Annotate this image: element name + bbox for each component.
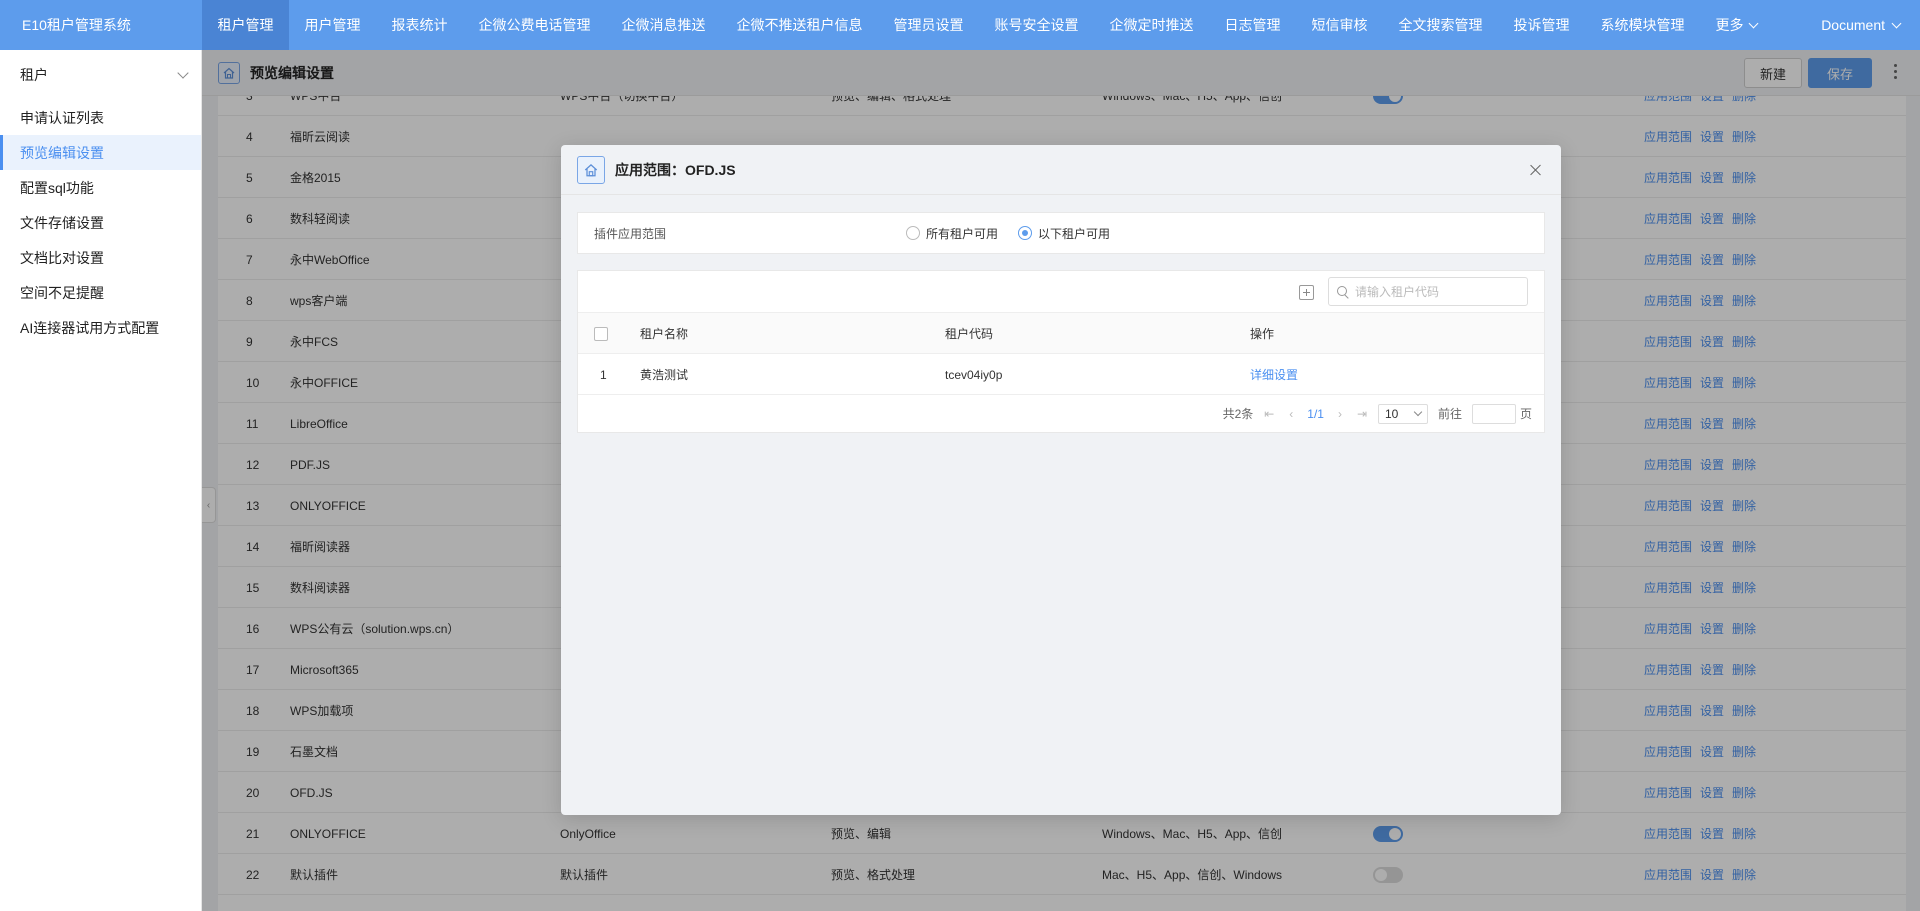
col-tenant-code: 租户代码: [945, 327, 994, 341]
last-page-icon[interactable]: ⇥: [1356, 407, 1368, 421]
nav-more-label: 更多: [1715, 17, 1744, 33]
pager-page: 1/1: [1307, 406, 1324, 421]
sidebar-group-label: 租户: [20, 67, 48, 83]
sidebar-item[interactable]: 预览编辑设置: [0, 135, 201, 170]
radio-indicator: [1018, 226, 1033, 240]
app-title: E10租户管理系统: [22, 17, 131, 33]
radio-indicator: [906, 226, 920, 240]
nav-item[interactable]: 系统模块管理: [1585, 0, 1700, 50]
modal-header: 应用范围：OFD.JS: [561, 145, 1561, 195]
first-page-icon[interactable]: ⇤: [1263, 407, 1275, 421]
detail-settings-link[interactable]: 详细设置: [1250, 366, 1298, 383]
nav-item[interactable]: 租户管理: [202, 0, 289, 50]
pager-total: 共2条: [1222, 407, 1254, 421]
sidebar-items: 申请认证列表 预览编辑设置 配置sql功能 文件存储设置 文档比对设置 空间不足提醒 AI连…: [0, 100, 201, 345]
nav-item[interactable]: 投诉管理: [1498, 0, 1585, 50]
user-menu-label: Document: [1821, 17, 1885, 33]
scope-radio-group: 所有租户可用 以下租户可用: [906, 225, 1110, 242]
tenant-code: tcev04iy0p: [945, 367, 1003, 382]
tenant-action-cell: 详细设置: [1250, 354, 1298, 395]
select-all-checkbox[interactable]: [594, 313, 608, 354]
tenant-name: 黄浩测试: [640, 368, 689, 382]
search-icon: [1337, 285, 1349, 298]
scope-modal: 应用范围：OFD.JS 插件应用范围 所有租户可用 以下租户可用 租户名称: [561, 145, 1561, 815]
sidebar-item[interactable]: 空间不足提醒: [0, 275, 201, 310]
chevron-down-icon: [1748, 18, 1758, 28]
close-icon[interactable]: [1527, 161, 1545, 179]
chevron-down-icon: [177, 66, 189, 79]
nav-item[interactable]: 企微公费电话管理: [463, 0, 606, 50]
nav-item[interactable]: 日志管理: [1209, 0, 1296, 50]
user-menu[interactable]: Document: [1821, 0, 1902, 50]
modal-title: 应用范围：OFD.JS: [615, 161, 736, 178]
add-icon[interactable]: [1299, 285, 1314, 300]
tenant-list-toolbar: [578, 271, 1544, 313]
prev-page-icon[interactable]: ‹: [1285, 407, 1297, 421]
nav-item[interactable]: 报表统计: [376, 0, 463, 50]
tenant-row: 1 黄浩测试 tcev04iy0p 详细设置: [578, 354, 1544, 395]
scope-section: 插件应用范围 所有租户可用 以下租户可用: [577, 212, 1545, 254]
home-icon: [577, 155, 605, 184]
top-navbar: E10租户管理系统 租户管理 用户管理 报表统计 企微公费电话管理 企微消息推送 企微不推…: [0, 0, 1920, 50]
nav-item[interactable]: 短信审核: [1296, 0, 1383, 50]
radio-selected-tenants[interactable]: 以下租户可用: [1018, 225, 1110, 242]
sidebar-item[interactable]: 配置sql功能: [0, 170, 201, 205]
nav-item[interactable]: 管理员设置: [878, 0, 979, 50]
page-size-select[interactable]: 10: [1377, 403, 1428, 424]
radio-some-label: 以下租户可用: [1038, 226, 1111, 241]
col-action: 操作: [1250, 327, 1275, 341]
chevron-down-icon: [1413, 407, 1423, 417]
nav-item[interactable]: 账号安全设置: [979, 0, 1094, 50]
sidebar-item[interactable]: 文件存储设置: [0, 205, 201, 240]
radio-all-tenants[interactable]: 所有租户可用: [906, 225, 998, 242]
page-unit: 页: [1519, 407, 1532, 421]
page-size-value: 10: [1384, 406, 1399, 421]
sidebar-item[interactable]: 文档比对设置: [0, 240, 201, 275]
tenant-search: [1328, 277, 1528, 306]
nav-item[interactable]: 全文搜索管理: [1383, 0, 1498, 50]
sidebar-group-tenant[interactable]: 租户: [0, 50, 201, 100]
tenant-table-body: 1 黄浩测试 tcev04iy0p 详细设置: [578, 354, 1544, 395]
goto-label: 前往: [1437, 407, 1462, 421]
main-nav: 租户管理 用户管理 报表统计 企微公费电话管理 企微消息推送 企微不推送租户信息 管理员设置…: [202, 0, 1920, 50]
pagination: 共2条 ⇤ ‹ 1/1 › ⇥ 10 前往 页: [578, 395, 1544, 432]
nav-item[interactable]: 企微消息推送: [606, 0, 721, 50]
next-page-icon[interactable]: ›: [1334, 407, 1346, 421]
radio-all-label: 所有租户可用: [926, 226, 999, 241]
col-tenant-name: 租户名称: [640, 327, 689, 341]
tenant-list: 租户名称 租户代码 操作 1 黄浩测试 tcev04iy0p 详细设置 共2条 ⇤ ‹…: [577, 270, 1545, 433]
nav-item[interactable]: 企微定时推送: [1094, 0, 1209, 50]
nav-item[interactable]: 企微不推送租户信息: [721, 0, 878, 50]
scope-label: 插件应用范围: [594, 226, 667, 241]
nav-more[interactable]: 更多: [1700, 0, 1772, 50]
tenant-table-header: 租户名称 租户代码 操作: [578, 313, 1544, 354]
sidebar-item[interactable]: 申请认证列表: [0, 100, 201, 135]
goto-page-input[interactable]: [1471, 403, 1516, 424]
sidebar-item[interactable]: AI连接器试用方式配置: [0, 310, 201, 345]
chevron-down-icon: [1891, 18, 1902, 28]
sidebar: 租户 申请认证列表 预览编辑设置 配置sql功能 文件存储设置 文档比对设置 空间不足提醒…: [0, 50, 202, 911]
tenant-row-index: 1: [600, 367, 607, 382]
nav-item[interactable]: 用户管理: [289, 0, 376, 50]
tenant-code-search-input[interactable]: [1355, 284, 1515, 299]
